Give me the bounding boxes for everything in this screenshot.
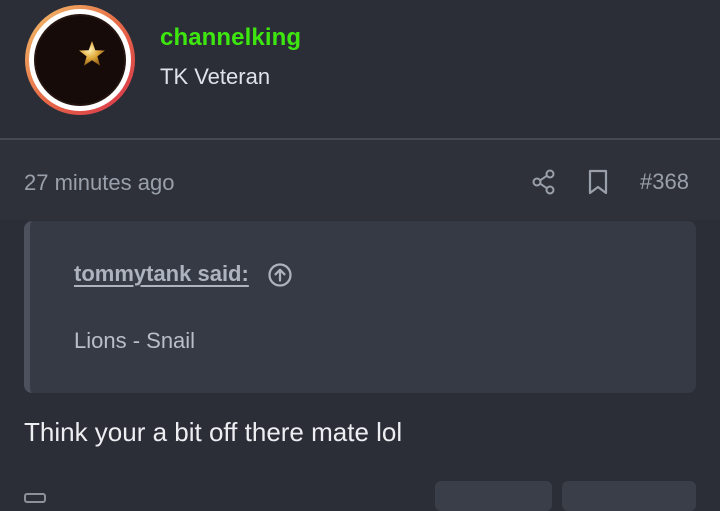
- quote-text: Lions - Snail: [74, 328, 196, 353]
- username[interactable]: channelking: [160, 24, 301, 52]
- quote-author-link[interactable]: tommytank said:: [74, 261, 249, 287]
- share-icon[interactable]: [530, 168, 558, 196]
- user-avatar[interactable]: [24, 4, 136, 116]
- user-title: TK Veteran: [160, 64, 271, 89]
- post-timestamp[interactable]: 27 minutes ago: [24, 170, 174, 196]
- select-checkbox[interactable]: [24, 493, 46, 503]
- quote-block: [24, 221, 696, 393]
- arrow-up-circle-icon[interactable]: [267, 262, 293, 288]
- action-button-2[interactable]: [562, 481, 696, 511]
- action-button-1[interactable]: [435, 481, 552, 511]
- post-body-text: Think your a bit off there mate lol: [24, 417, 403, 447]
- post-number-link[interactable]: #368: [640, 169, 689, 195]
- bookmark-icon[interactable]: [584, 168, 612, 196]
